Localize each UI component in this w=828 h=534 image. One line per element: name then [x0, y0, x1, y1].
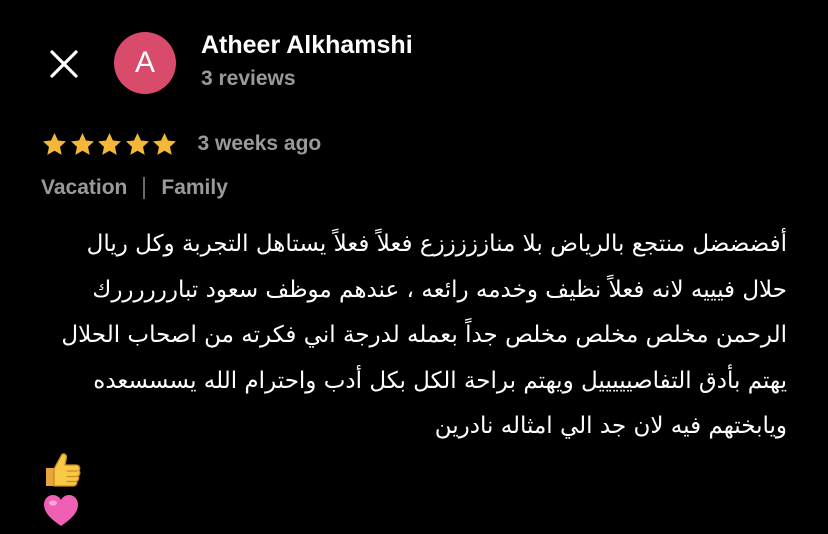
reviews-count: 3 reviews	[201, 67, 296, 90]
star-rating	[41, 131, 179, 158]
star-icon	[69, 131, 96, 158]
close-button[interactable]	[44, 44, 84, 84]
thumbs-up-icon	[41, 448, 83, 490]
avatar[interactable]: A	[114, 32, 176, 94]
tag-family: Family	[161, 176, 228, 199]
tag-divider	[143, 177, 146, 199]
heart-icon	[42, 493, 80, 529]
tags-row: Vacation Family	[41, 176, 228, 200]
star-icon	[124, 131, 151, 158]
star-icon	[151, 131, 178, 158]
review-date: 3 weeks ago	[197, 132, 322, 155]
tag-vacation: Vacation	[41, 176, 128, 199]
rating-row: 3 weeks ago	[41, 129, 321, 159]
star-icon	[96, 131, 123, 158]
review-text: أفضضضل منتجع بالرياض بلا منازززززع فعلاً…	[61, 231, 787, 439]
reviewer-name[interactable]: Atheer Alkhamshi	[201, 31, 413, 60]
close-icon[interactable]	[44, 44, 84, 84]
star-icon	[41, 131, 68, 158]
